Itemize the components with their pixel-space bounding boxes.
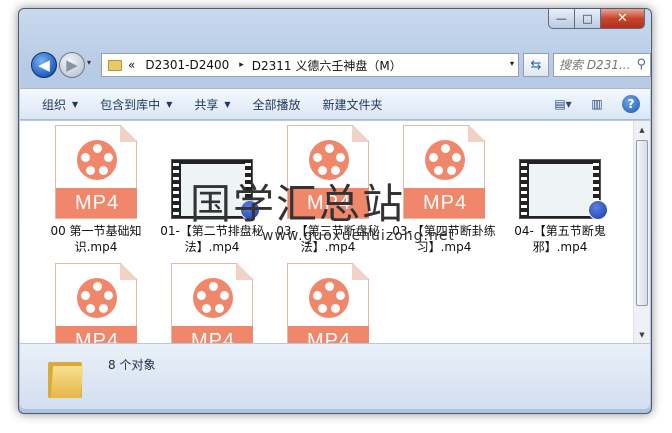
- file-name: 04-【第五节断鬼邪】.mp4: [514, 224, 606, 254]
- organize-menu[interactable]: 组织 ▼: [42, 96, 78, 113]
- include-in-library-label: 包含到库中: [100, 97, 161, 112]
- mp4-badge: MP4: [56, 188, 137, 218]
- chevron-down-icon: ▼: [224, 99, 231, 109]
- video-thumbnail: [519, 125, 608, 220]
- mp4-badge: MP4: [56, 326, 137, 343]
- share-menu[interactable]: 共享 ▼: [194, 96, 230, 113]
- folder-icon: [108, 59, 122, 71]
- minimize-button[interactable]: —: [548, 9, 575, 29]
- maximize-button[interactable]: □: [575, 9, 601, 29]
- mp4-badge: MP4: [404, 188, 485, 218]
- scroll-down-icon[interactable]: ▼: [634, 326, 650, 343]
- play-all-label: 全部播放: [252, 97, 301, 112]
- preview-pane-icon[interactable]: ▥: [586, 94, 608, 114]
- file-item[interactable]: MP4: [272, 263, 384, 343]
- watermark-text: 国学汇总站: [190, 180, 405, 228]
- breadcrumb-segment[interactable]: D2301-D2400: [145, 58, 229, 72]
- file-item[interactable]: MP4: [40, 263, 152, 343]
- mp4-badge: MP4: [172, 326, 253, 343]
- arrow-left-icon: ◀: [38, 56, 50, 74]
- breadcrumb-segment[interactable]: D2311 义德六壬神盘（M）: [252, 57, 402, 74]
- view-icon[interactable]: ▤▾: [552, 94, 574, 114]
- chevron-down-icon: ▼: [72, 99, 79, 109]
- chevron-down-icon: ▼: [166, 99, 173, 109]
- vertical-scrollbar[interactable]: ▲ ▼: [633, 121, 650, 343]
- command-bar: 组织 ▼ 包含到库中 ▼ 共享 ▼ 全部播放 新建文件夹 ▤▾ ▥ ?: [20, 88, 650, 120]
- search-icon[interactable]: ⚲: [636, 57, 646, 72]
- file-item[interactable]: 04-【第五节断鬼邪】.mp4: [504, 125, 616, 255]
- mp4-file-icon: MP4: [171, 263, 253, 343]
- forward-button[interactable]: ▶: [59, 52, 85, 78]
- help-button[interactable]: ?: [622, 95, 640, 113]
- watermark-url: www.guoxuehuizong.net: [262, 228, 455, 244]
- item-count: 8 个对象: [108, 358, 156, 372]
- organize-label: 组织: [42, 97, 67, 112]
- media-player-icon: [588, 200, 608, 220]
- file-item[interactable]: MP4 00 第一节基础知识.mp4: [40, 125, 152, 255]
- navigation-bar: ◀ ▶ ▾ « D2301-D2400 ▸ D2311 义德六壬神盘（M） ▾ …: [27, 49, 651, 79]
- include-in-library-menu[interactable]: 包含到库中 ▼: [100, 96, 172, 113]
- scrollbar-thumb[interactable]: [636, 140, 648, 306]
- search-input[interactable]: [554, 54, 630, 76]
- share-label: 共享: [194, 97, 219, 112]
- breadcrumb-overflow[interactable]: «: [128, 58, 135, 72]
- view-controls: ▤▾ ▥ ?: [540, 94, 640, 114]
- arrow-right-icon: ▶: [66, 56, 78, 74]
- details-pane: 8 个对象: [20, 343, 650, 409]
- address-dropdown-icon[interactable]: ▾: [510, 59, 514, 68]
- recent-pages-dropdown[interactable]: ▾: [87, 58, 91, 67]
- file-name: 00 第一节基础知识.mp4: [50, 224, 142, 254]
- refresh-icon: ⇆: [530, 57, 542, 73]
- scroll-up-icon[interactable]: ▲: [634, 121, 650, 138]
- new-folder-button[interactable]: 新建文件夹: [323, 96, 383, 113]
- window-controls: — □ ✕: [548, 9, 645, 29]
- mp4-badge: MP4: [288, 326, 369, 343]
- new-folder-label: 新建文件夹: [322, 97, 383, 112]
- mp4-file-icon: MP4: [55, 263, 137, 343]
- mp4-file-icon: MP4: [403, 125, 485, 219]
- refresh-button[interactable]: ⇆: [523, 53, 549, 77]
- search-box[interactable]: ⚲: [553, 53, 651, 77]
- close-button[interactable]: ✕: [601, 9, 645, 29]
- play-all-button[interactable]: 全部播放: [253, 96, 301, 113]
- back-button[interactable]: ◀: [31, 52, 57, 78]
- file-item[interactable]: MP4: [156, 263, 268, 343]
- address-bar[interactable]: « D2301-D2400 ▸ D2311 义德六壬神盘（M） ▾: [101, 53, 519, 77]
- mp4-file-icon: MP4: [55, 125, 137, 219]
- mp4-file-icon: MP4: [287, 263, 369, 343]
- breadcrumb-separator-icon[interactable]: ▸: [239, 60, 244, 70]
- folder-icon: [48, 358, 84, 398]
